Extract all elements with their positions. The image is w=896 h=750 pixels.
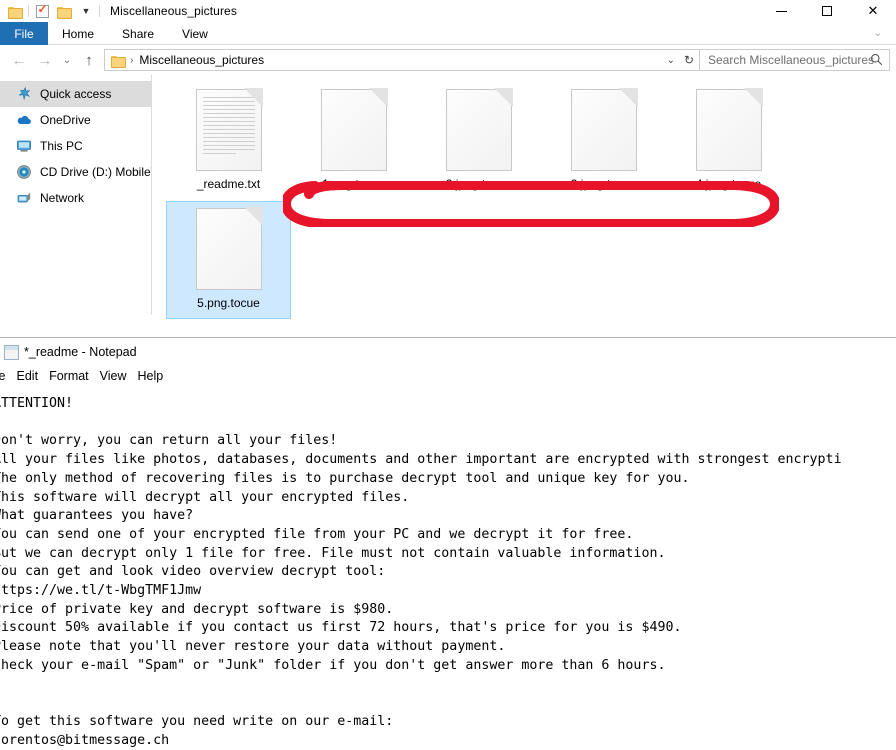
explorer-title-bar: ▼ Miscellaneous_pictures ✕ [0, 0, 896, 22]
refresh-icon[interactable]: ↻ [684, 50, 694, 70]
search-icon[interactable] [870, 53, 883, 66]
menu-edit[interactable]: Edit [17, 369, 39, 383]
notepad-text-area[interactable]: ATTENTION! Don't worry, you can return a… [0, 387, 896, 750]
back-button[interactable]: ← [6, 47, 32, 73]
network-icon [16, 190, 32, 206]
search-input[interactable]: Search Miscellaneous_pictures [700, 49, 890, 71]
forward-button[interactable]: → [32, 47, 58, 73]
file-name: 3.jpeg.tocue [570, 177, 637, 191]
file-explorer-window: ▼ Miscellaneous_pictures ✕ File Home Sha… [0, 0, 896, 338]
notepad-window-title: *_readme - Notepad [24, 345, 137, 359]
file-item[interactable]: 2.jpeg.tocue [416, 83, 541, 201]
maximize-button[interactable] [804, 0, 850, 22]
sidebar-item-label: Network [40, 191, 85, 205]
sidebar-item-label: Quick access [40, 87, 112, 101]
text-document-icon [195, 88, 263, 171]
up-button[interactable]: ↑ [76, 47, 102, 73]
blank-document-icon [570, 88, 638, 171]
file-item[interactable]: 4.jpeg.tocue [666, 83, 791, 201]
tab-file[interactable]: File [0, 22, 48, 45]
properties-icon[interactable] [31, 1, 53, 21]
monitor-icon [16, 138, 32, 154]
notepad-title-bar: *_readme - Notepad [0, 339, 896, 365]
cloud-icon [16, 112, 32, 128]
close-button[interactable]: ✕ [850, 0, 896, 22]
sidebar-item-this-pc[interactable]: This PC [0, 133, 151, 159]
window-title: Miscellaneous_pictures [110, 4, 237, 18]
file-item[interactable]: _readme.txt [166, 83, 291, 201]
sidebar-item-quick-access[interactable]: Quick access [0, 81, 151, 107]
file-name: 4.jpeg.tocue [695, 177, 762, 191]
file-list-view[interactable]: _readme.txt 1.png.tocue 2.jpeg.tocue 3.j… [152, 75, 896, 319]
menu-view[interactable]: View [100, 369, 127, 383]
chevron-down-icon[interactable]: ▼ [75, 1, 97, 21]
tab-view[interactable]: View [168, 22, 222, 45]
address-input[interactable]: › Miscellaneous_pictures ⌄ ↻ [104, 49, 700, 71]
menu-file[interactable]: ile [0, 369, 6, 383]
sidebar-item-cd-drive[interactable]: CD Drive (D:) MobileW [0, 159, 151, 185]
file-name: 2.jpeg.tocue [445, 177, 512, 191]
blank-document-icon [320, 88, 388, 171]
file-name: 1.png.tocue [322, 177, 385, 191]
folder-icon [111, 55, 126, 68]
search-placeholder: Search Miscellaneous_pictures [708, 53, 875, 67]
sidebar-item-network[interactable]: Network [0, 185, 151, 211]
menu-format[interactable]: Format [49, 369, 89, 383]
toolbar-divider [28, 5, 29, 17]
blank-document-icon [445, 88, 513, 171]
chevron-down-icon[interactable]: ⌄ [667, 50, 675, 70]
quick-access-toolbar: ▼ [0, 1, 102, 21]
toolbar-divider-2 [99, 5, 100, 17]
file-item-selected[interactable]: 5.png.tocue [166, 201, 291, 319]
notepad-window: *_readme - Notepad ile Edit Format View … [0, 339, 896, 748]
file-name: _readme.txt [196, 177, 261, 191]
sidebar-item-onedrive[interactable]: OneDrive [0, 107, 151, 133]
file-name: 5.png.tocue [197, 296, 260, 310]
notepad-menu-bar: ile Edit Format View Help [0, 365, 896, 387]
disc-icon [16, 164, 32, 180]
navigation-pane: Quick access OneDrive This PC CD Drive (… [0, 75, 152, 315]
pin-icon [16, 86, 32, 102]
ribbon-tab-bar: File Home Share View ⌄ [0, 22, 896, 45]
breadcrumb-separator: › [130, 54, 134, 66]
sidebar-item-label: OneDrive [40, 113, 91, 127]
chevron-down-icon[interactable]: ⌄ [874, 22, 882, 45]
window-controls: ✕ [758, 0, 896, 22]
recent-locations-icon[interactable]: ⌄ [58, 47, 76, 73]
explorer-body: Quick access OneDrive This PC CD Drive (… [0, 75, 896, 319]
breadcrumb[interactable]: Miscellaneous_pictures [139, 53, 264, 67]
tab-share[interactable]: Share [108, 22, 168, 45]
notepad-icon [4, 344, 19, 360]
folder-icon[interactable] [4, 1, 26, 21]
blank-document-icon [195, 207, 263, 290]
minimize-button[interactable] [758, 0, 804, 22]
address-bar: ← → ⌄ ↑ › Miscellaneous_pictures ⌄ ↻ Sea… [0, 45, 896, 75]
menu-help[interactable]: Help [138, 369, 164, 383]
file-grid: _readme.txt 1.png.tocue 2.jpeg.tocue 3.j… [166, 83, 896, 319]
blank-document-icon [695, 88, 763, 171]
file-item[interactable]: 1.png.tocue [291, 83, 416, 201]
file-item[interactable]: 3.jpeg.tocue [541, 83, 666, 201]
tab-home[interactable]: Home [48, 22, 108, 45]
sidebar-item-label: This PC [40, 139, 83, 153]
new-folder-icon[interactable] [53, 1, 75, 21]
sidebar-item-label: CD Drive (D:) MobileW [40, 165, 152, 179]
